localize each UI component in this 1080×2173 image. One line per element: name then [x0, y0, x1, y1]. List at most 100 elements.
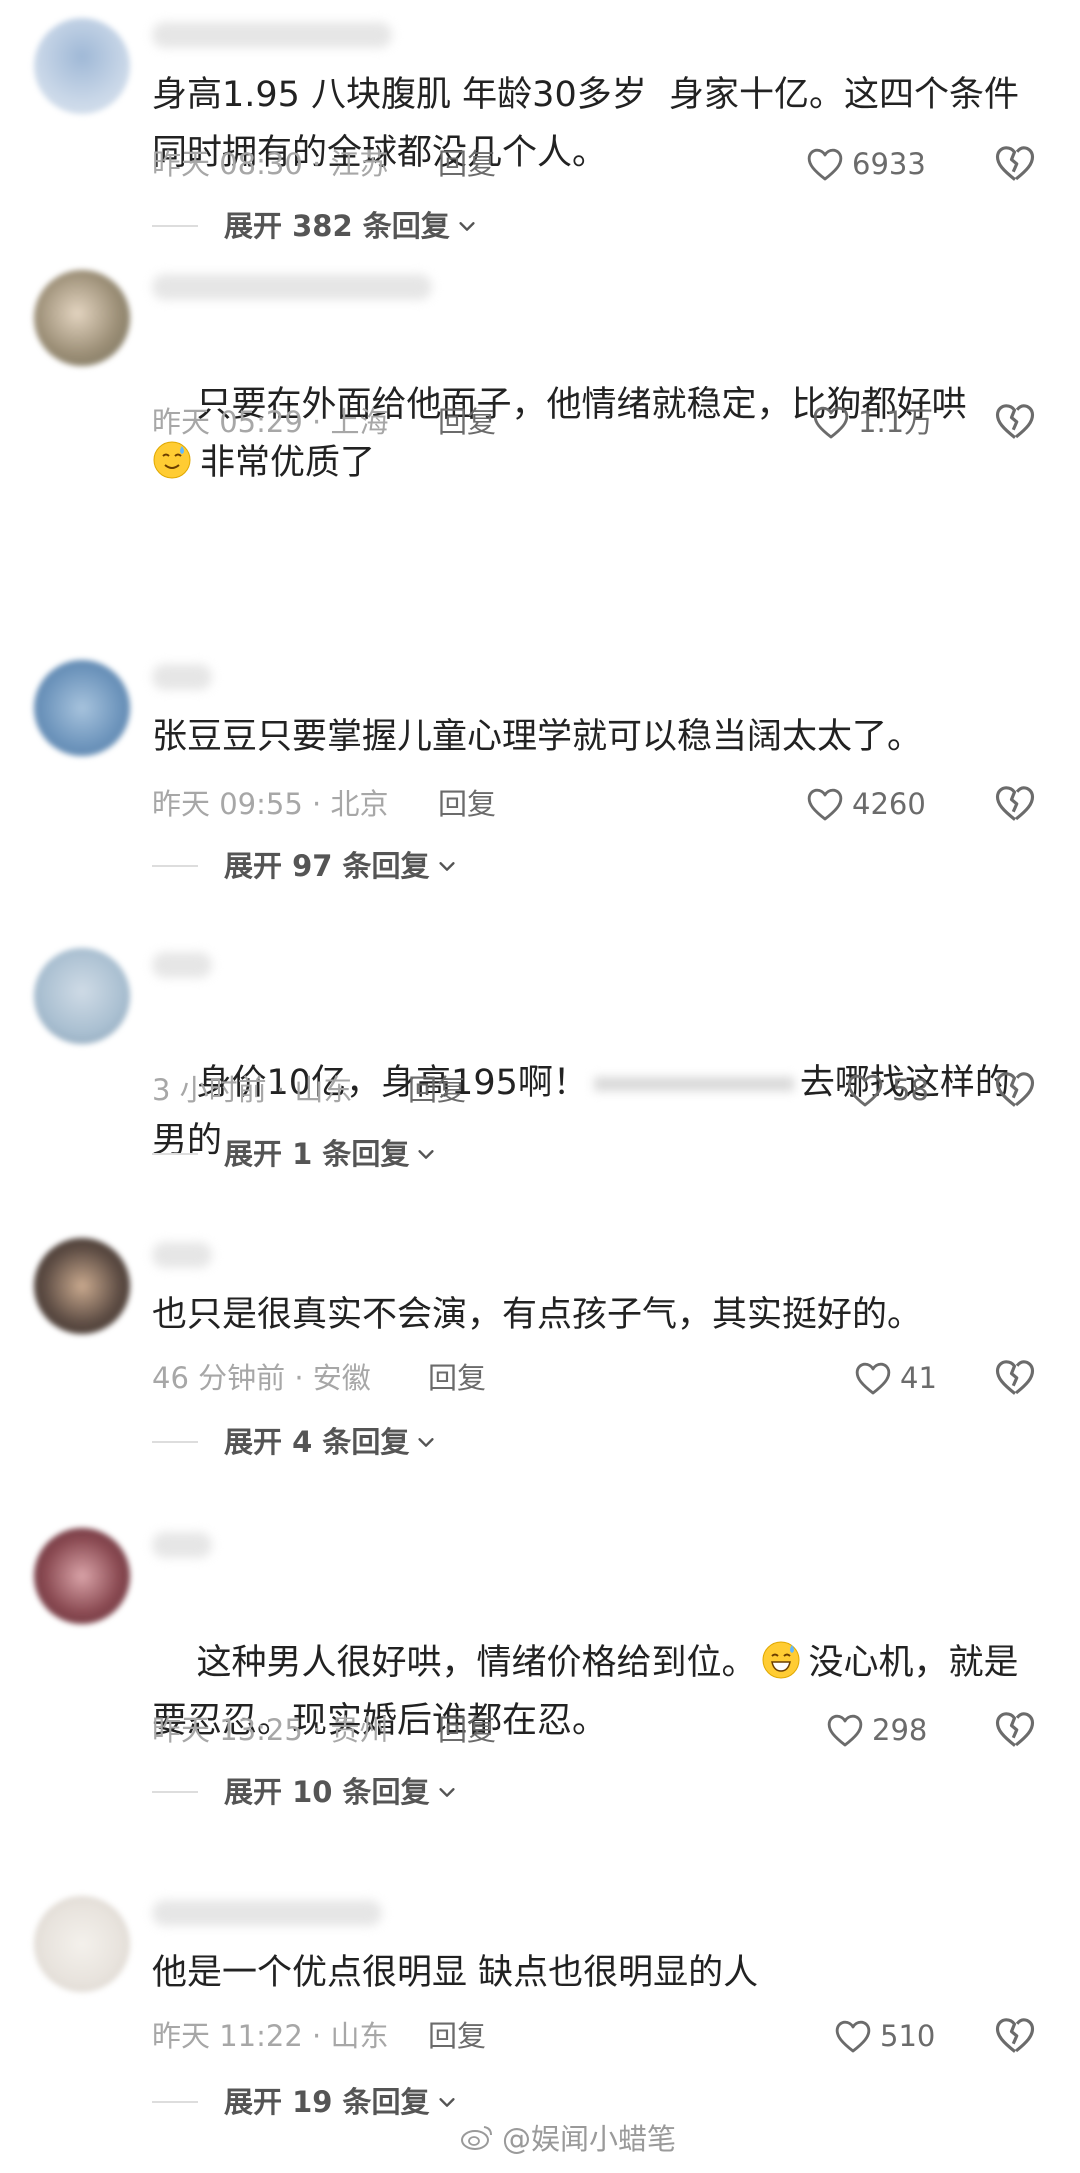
like-count: 41 — [900, 1361, 937, 1395]
like-button[interactable]: 58 — [846, 1068, 929, 1112]
reply-button[interactable]: 回复 — [438, 1710, 496, 1750]
watermark: @娱闻小蜡笔 — [460, 2116, 676, 2158]
comment-meta: 昨天 11:22 · 山东 — [152, 2019, 389, 2053]
avatar[interactable] — [34, 1896, 130, 1992]
reply-button[interactable]: 回复 — [428, 2016, 486, 2056]
comment-meta: 3 小时前 · 山东 — [152, 1073, 353, 1107]
comment-location: 安徽 — [312, 1361, 371, 1395]
broken-heart-icon[interactable] — [994, 1708, 1036, 1750]
comment-meta: 46 分钟前 · 安徽 — [152, 1361, 371, 1395]
comment-text: 张豆豆只要掌握儿童心理学就可以稳当阔太太了。 — [152, 717, 923, 757]
avatar[interactable] — [34, 1238, 130, 1334]
divider-line — [152, 2101, 198, 2103]
divider-line — [152, 225, 198, 227]
comment-text-part: 这种男人很好哄，情绪价格给到位。 — [196, 1643, 757, 1683]
heart-outline-icon — [807, 148, 843, 181]
avatar[interactable] — [34, 270, 130, 366]
broken-heart-icon[interactable] — [994, 1068, 1036, 1110]
comment-time: 昨天 05:29 — [152, 405, 303, 439]
chevron-down-icon — [438, 2098, 455, 2107]
broken-heart-icon[interactable] — [994, 142, 1036, 184]
divider-line — [152, 1441, 198, 1443]
chevron-down-icon — [418, 1438, 434, 1447]
broken-heart-icon[interactable] — [994, 2014, 1036, 2056]
expand-replies-label: 展开 10 条回复 — [224, 1775, 430, 1809]
comment-location: 江苏 — [330, 147, 389, 181]
expand-replies-label: 展开 97 条回复 — [224, 849, 430, 883]
comment-location: 山东 — [294, 1073, 353, 1107]
expand-replies-label: 展开 4 条回复 — [224, 1425, 410, 1459]
grinning-sweat-emoji — [762, 1641, 800, 1679]
broken-heart-icon[interactable] — [994, 1356, 1036, 1398]
like-count: 510 — [880, 2019, 936, 2053]
sweat-smile-emoji — [153, 441, 191, 479]
like-button[interactable]: 41 — [854, 1356, 937, 1400]
comment-time: 46 分钟前 — [152, 1361, 286, 1395]
like-count: 298 — [872, 1713, 928, 1747]
username-blurred[interactable] — [152, 22, 392, 48]
comment-time: 3 小时前 — [152, 1073, 267, 1107]
expand-replies-label: 展开 19 条回复 — [224, 2085, 430, 2119]
divider-line — [152, 1791, 198, 1793]
comment-time: 昨天 11:22 — [152, 2019, 303, 2053]
expand-replies-button[interactable]: 展开 19 条回复 — [152, 2080, 458, 2124]
heart-outline-icon — [835, 2020, 871, 2053]
like-count: 58 — [892, 1073, 929, 1107]
avatar[interactable] — [34, 948, 130, 1044]
reply-button[interactable]: 回复 — [438, 784, 496, 824]
comment-text: 身价10亿，身高195啊！ 去哪找这样的男的 — [152, 996, 1032, 1228]
like-button[interactable]: 1.1万 — [812, 400, 933, 444]
avatar[interactable] — [34, 1528, 130, 1624]
like-button[interactable]: 510 — [834, 2014, 935, 2058]
like-count: 4260 — [852, 787, 926, 821]
chevron-down-icon — [459, 222, 475, 231]
username-blurred[interactable] — [152, 1532, 212, 1558]
reply-button[interactable]: 回复 — [428, 1358, 486, 1398]
broken-heart-icon[interactable] — [994, 782, 1036, 824]
expand-replies-button[interactable]: 展开 10 条回复 — [152, 1770, 458, 1814]
expand-replies-button[interactable]: 展开 382 条回复 — [152, 204, 478, 248]
comment-text: 他是一个优点很明显 缺点也很明显的人 — [152, 1953, 759, 1993]
like-count: 6933 — [852, 147, 926, 181]
expand-replies-label: 展开 382 条回复 — [224, 209, 450, 243]
heart-outline-icon — [827, 1714, 863, 1747]
comment-location: 北京 — [330, 787, 389, 821]
like-button[interactable]: 6933 — [806, 142, 926, 186]
heart-outline-icon — [807, 788, 843, 821]
comment-time: 昨天 13:25 — [152, 1713, 303, 1747]
divider-line — [152, 865, 198, 867]
username-blurred[interactable] — [152, 1900, 382, 1926]
comment-time: 昨天 08:30 — [152, 147, 303, 181]
username-blurred[interactable] — [152, 952, 212, 978]
comment-text-line: 非常优质了 — [200, 443, 376, 483]
comment-time: 昨天 09:55 — [152, 787, 303, 821]
reply-button[interactable]: 回复 — [438, 402, 496, 442]
like-button[interactable]: 4260 — [806, 782, 926, 826]
like-button[interactable]: 298 — [826, 1708, 927, 1752]
weibo-icon — [461, 2126, 492, 2150]
expand-replies-button[interactable]: 展开 97 条回复 — [152, 844, 458, 888]
expand-replies-label: 展开 1 条回复 — [224, 1137, 410, 1171]
chevron-down-icon — [438, 1788, 455, 1797]
like-count: 1.1万 — [858, 405, 934, 439]
comment-location: 上海 — [330, 405, 389, 439]
reply-button[interactable]: 回复 — [438, 144, 496, 184]
comment-meta: 昨天 05:29 · 上海 — [152, 405, 389, 439]
avatar[interactable] — [34, 660, 130, 756]
chevron-down-icon — [418, 1150, 434, 1159]
watermark-text: @娱闻小蜡笔 — [502, 2122, 677, 2156]
comment-meta: 昨天 09:55 · 北京 — [152, 787, 389, 821]
username-blurred[interactable] — [152, 1242, 212, 1268]
comment-text: 也只是很真实不会演，有点孩子气，其实挺好的。 — [152, 1295, 923, 1335]
expand-replies-button[interactable]: 展开 1 条回复 — [152, 1132, 437, 1176]
username-blurred[interactable] — [152, 274, 432, 300]
comment-meta: 昨天 13:25 · 贵州 — [152, 1713, 389, 1747]
comment-location: 山东 — [330, 2019, 389, 2053]
expand-replies-button[interactable]: 展开 4 条回复 — [152, 1420, 437, 1464]
blurred-text — [593, 1077, 794, 1091]
username-blurred[interactable] — [152, 664, 212, 690]
avatar[interactable] — [34, 18, 130, 114]
reply-button[interactable]: 回复 — [408, 1070, 466, 1110]
broken-heart-icon[interactable] — [994, 400, 1036, 442]
chevron-down-icon — [438, 862, 455, 871]
